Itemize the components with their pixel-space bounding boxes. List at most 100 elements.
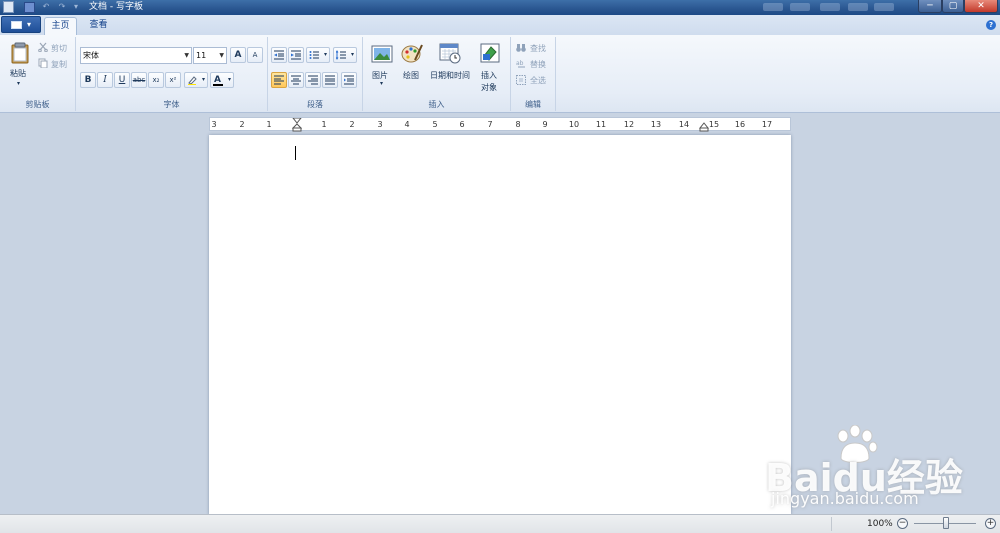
app-icon[interactable]: [3, 1, 14, 13]
line-spacing-icon: [336, 50, 346, 60]
picture-icon[interactable]: [371, 43, 393, 65]
replace-button[interactable]: 替换: [530, 59, 546, 70]
strikethrough-button[interactable]: abc: [131, 72, 147, 88]
align-left-button[interactable]: [271, 72, 287, 88]
font-size-value: 11: [196, 51, 207, 60]
application-menu-button[interactable]: ▾: [1, 16, 41, 33]
watermark-url: jingyan.baidu.com: [771, 489, 919, 508]
font-color-button[interactable]: A ▾: [210, 72, 234, 88]
paragraph-group-label: 段落: [307, 100, 323, 109]
paste-icon[interactable]: [9, 42, 31, 64]
picture-dropdown-icon[interactable]: ▾: [380, 80, 383, 87]
paragraph-group: ▾ ▾ 段落: [268, 37, 363, 111]
edit-group: 查找 ab 替换 全选 编辑: [511, 37, 556, 111]
undo-icon[interactable]: ↶: [40, 2, 52, 12]
right-indent-marker-icon[interactable]: [699, 122, 709, 132]
titlebar-blur: [848, 3, 868, 11]
font-group: 宋体 ▼ 11 ▼ A A B I U abc x₂ x² ▾ A ▾ 字体: [76, 37, 268, 111]
ruler-number: 2: [349, 120, 355, 129]
help-icon[interactable]: ?: [986, 20, 996, 30]
align-left-icon: [274, 75, 284, 85]
copy-button[interactable]: 复制: [51, 59, 67, 70]
ruler-number: 8: [515, 120, 521, 129]
grow-font-button[interactable]: A: [230, 47, 246, 63]
paste-label[interactable]: 粘贴: [10, 68, 26, 79]
italic-button[interactable]: I: [97, 72, 113, 88]
list-button[interactable]: ▾: [306, 47, 330, 63]
align-center-button[interactable]: [288, 72, 304, 88]
ruler-number: 11: [595, 120, 607, 129]
ruler-number: 17: [761, 120, 773, 129]
shrink-font-button[interactable]: A: [247, 47, 263, 63]
zoom-slider-thumb[interactable]: [943, 517, 949, 529]
paint-icon[interactable]: [401, 42, 423, 64]
superscript-button[interactable]: x²: [165, 72, 181, 88]
ribbon-tab-row: ▾ 主页 查看 ?: [0, 15, 1000, 35]
font-size-select[interactable]: 11 ▼: [193, 47, 227, 64]
indent-marker-icon[interactable]: [292, 118, 302, 132]
status-divider: [831, 517, 832, 531]
tab-home[interactable]: 主页: [44, 17, 77, 35]
ruler-number: 14: [678, 120, 690, 129]
clipboard-group: 粘贴 ▾ 剪切 复制 剪贴板: [0, 37, 76, 111]
ruler-number: 1: [321, 120, 327, 129]
align-right-button[interactable]: [305, 72, 321, 88]
bold-button[interactable]: B: [80, 72, 96, 88]
tab-view[interactable]: 查看: [82, 17, 115, 35]
font-group-label: 字体: [163, 100, 180, 109]
paragraph-icon: [344, 75, 354, 85]
minimize-button[interactable]: ─: [918, 0, 942, 13]
ruler-number: 1: [266, 120, 272, 129]
ruler[interactable]: 3 2 1 1 2 3 4 5 6 7 8 9 10 11 12 13 14 1…: [209, 117, 791, 132]
line-spacing-button[interactable]: ▾: [333, 47, 357, 63]
cut-button[interactable]: 剪切: [51, 43, 67, 54]
zoom-in-button[interactable]: +: [985, 518, 996, 529]
maximize-button[interactable]: ▢: [942, 0, 964, 13]
insert-object-icon[interactable]: [479, 42, 501, 64]
save-icon[interactable]: [24, 2, 35, 13]
select-all-button[interactable]: 全选: [530, 75, 546, 86]
ruler-number: 5: [432, 120, 438, 129]
ruler-number: 10: [568, 120, 580, 129]
titlebar-blur: [874, 3, 894, 11]
ruler-number: 6: [459, 120, 465, 129]
justify-button[interactable]: [322, 72, 338, 88]
ruler-number: 9: [542, 120, 548, 129]
paragraph-settings-button[interactable]: [341, 72, 357, 88]
select-all-icon: [516, 75, 526, 85]
subscript-button[interactable]: x₂: [148, 72, 164, 88]
datetime-label[interactable]: 日期和时间: [430, 70, 470, 81]
insert-object-label-line2[interactable]: 对象: [481, 82, 497, 93]
chevron-down-icon: ▾: [323, 51, 327, 58]
find-button[interactable]: 查找: [530, 43, 546, 54]
chevron-down-icon: ▼: [219, 52, 224, 59]
highlighter-icon: [188, 76, 197, 85]
font-family-value: 宋体: [83, 51, 99, 60]
close-button[interactable]: ✕: [964, 0, 998, 13]
align-right-icon: [308, 75, 318, 85]
paint-label[interactable]: 绘图: [403, 70, 419, 81]
font-family-select[interactable]: 宋体 ▼: [80, 47, 192, 64]
redo-icon[interactable]: ↷: [56, 2, 68, 12]
decrease-indent-button[interactable]: [271, 47, 287, 63]
copy-icon: [38, 58, 48, 68]
zoom-level: 100%: [867, 519, 893, 529]
zoom-out-button[interactable]: −: [897, 518, 908, 529]
chevron-down-icon: ▾: [27, 20, 32, 29]
increase-indent-button[interactable]: [288, 47, 304, 63]
paste-dropdown-icon[interactable]: ▾: [17, 80, 20, 87]
calendar-clock-icon[interactable]: [439, 42, 461, 64]
underline-button[interactable]: U: [114, 72, 130, 88]
insert-object-label-line1[interactable]: 插入: [481, 70, 497, 81]
watermark: Baidu经验 jingyan.baidu.com: [765, 425, 965, 510]
title-bar: ↶ ↷ ▾ 文档 - 写字板 ─ ▢ ✕: [0, 0, 1000, 15]
highlight-color-button[interactable]: ▾: [184, 72, 208, 88]
customize-quick-access-icon[interactable]: ▾: [70, 2, 82, 12]
document-page[interactable]: [209, 135, 791, 515]
titlebar-blur: [763, 3, 783, 11]
chevron-down-icon: ▾: [350, 51, 354, 58]
chevron-down-icon: ▾: [201, 76, 205, 83]
ruler-number: 13: [650, 120, 662, 129]
status-bar: 100% − +: [0, 514, 1000, 533]
edit-group-label: 编辑: [525, 100, 541, 109]
